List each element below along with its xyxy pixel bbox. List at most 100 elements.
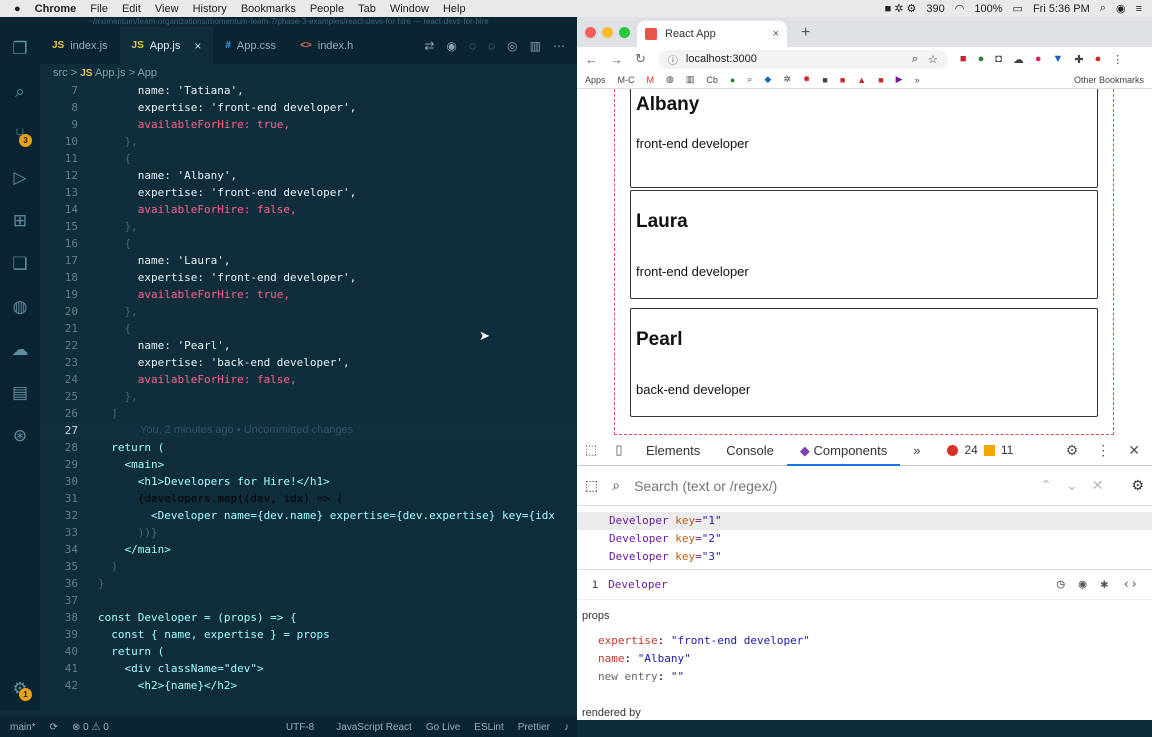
bookmark-icon[interactable]: ▥ (686, 74, 695, 85)
bookmark-gmail-icon[interactable]: M (647, 75, 655, 85)
code-line[interactable]: 20 }, (40, 303, 577, 320)
battery-icon[interactable]: ▭ (1013, 2, 1023, 15)
menu-tab[interactable]: Tab (358, 3, 376, 15)
more-options-icon[interactable]: ⋮ (1096, 442, 1110, 459)
next-result-icon[interactable]: ⌄ (1066, 477, 1078, 494)
timeline-icon[interactable]: ◉ (446, 39, 456, 53)
menu-help[interactable]: Help (443, 3, 466, 15)
star-icon[interactable]: ☆ (928, 53, 938, 66)
code-line[interactable]: 34 </main> (40, 541, 577, 558)
tree-row-developer[interactable]: Developer key="3" (609, 548, 1152, 566)
run-debug-icon[interactable]: ▷ (0, 156, 40, 199)
address-bar[interactable]: ⓘ localhost:3000 ⌕ ☆ (657, 49, 948, 69)
code-line[interactable]: 17 name: 'Laura', (40, 252, 577, 269)
vue-extension-icon[interactable]: ▼ (1053, 53, 1064, 66)
code-line[interactable]: 15 }, (40, 218, 577, 235)
issues-counter[interactable]: 24 11 (947, 443, 1013, 457)
code-line[interactable]: 24 availableForHire: false, (40, 371, 577, 388)
code-line[interactable]: 12 name: 'Albany', (40, 167, 577, 184)
inspect-dom-icon[interactable]: ◉ (1079, 577, 1087, 592)
close-tab-icon[interactable]: × (773, 28, 779, 40)
prop-value[interactable]: "Albany" (638, 652, 691, 665)
suspend-icon[interactable]: ◷ (1057, 577, 1065, 592)
code-line[interactable]: 16 { (40, 235, 577, 252)
apple-icon[interactable]: ● (14, 3, 21, 15)
code-line[interactable]: 33 ))} (40, 524, 577, 541)
code-line[interactable]: 26 ] (40, 405, 577, 422)
prop-row[interactable]: new entry: "" (582, 668, 1147, 686)
code-line[interactable]: 22 name: 'Pearl', (40, 337, 577, 354)
prop-value[interactable]: "" (671, 670, 684, 683)
tree-row-developer[interactable]: Developer key="2" (609, 530, 1152, 548)
tab-components[interactable]: ◆ Components (786, 435, 901, 466)
code-line[interactable]: 23 expertise: 'back-end developer', (40, 354, 577, 371)
next-change-icon[interactable]: ◌ (488, 39, 495, 53)
code-line[interactable]: 41 <div className="dev"> (40, 660, 577, 677)
info-icon[interactable]: ⓘ (668, 52, 678, 67)
inspect-element-icon[interactable]: ⬚ (577, 442, 605, 458)
back-arrow-icon[interactable]: ← (585, 52, 598, 67)
menu-view[interactable]: View (155, 3, 179, 15)
bookmark-icon[interactable]: ▲ (857, 75, 866, 85)
more-actions-icon[interactable]: ⋯ (553, 39, 565, 53)
pocket-extension-icon[interactable]: ◘ (995, 53, 1002, 66)
bookmark-icon[interactable]: ⌕ (747, 74, 752, 85)
code-line[interactable]: 14 availableForHire: false, (40, 201, 577, 218)
close-window-button[interactable] (585, 27, 596, 38)
control-center-icon[interactable]: ≡ (1136, 3, 1142, 15)
code-line[interactable]: 35 ) (40, 558, 577, 575)
status-icons[interactable]: ■ ✲ ⚙ (885, 2, 917, 15)
menu-app-chrome[interactable]: Chrome (35, 3, 77, 15)
search-icon[interactable]: ⌕ (0, 70, 40, 113)
code-line[interactable]: 28 return ( (40, 439, 577, 456)
bookmark-icon[interactable]: ● (730, 75, 735, 85)
code-line[interactable]: 19 availableForHire: true, (40, 286, 577, 303)
prop-value[interactable]: "front-end developer" (671, 634, 810, 647)
database-icon[interactable]: ▤ (0, 371, 40, 414)
github-icon[interactable]: ◍ (0, 285, 40, 328)
settings-gear-icon[interactable]: ⚙ (1066, 442, 1079, 459)
lock-extension-icon[interactable]: ■ (960, 53, 967, 66)
bookmark-icon[interactable]: ■ (822, 75, 827, 85)
code-line[interactable]: 21 { (40, 320, 577, 337)
log-data-icon[interactable]: ✱ (1101, 577, 1109, 592)
code-line[interactable]: 13 expertise: 'front-end developer', (40, 184, 577, 201)
clear-search-icon[interactable]: ✕ (1092, 477, 1104, 494)
code-line[interactable]: 9 availableForHire: true, (40, 116, 577, 133)
explorer-icon[interactable]: ❐ (0, 27, 40, 70)
tab-elements[interactable]: Elements (633, 435, 713, 466)
tab-index-js[interactable]: JS index.js (40, 27, 120, 64)
code-line[interactable]: 38 const Developer = (props) => { (40, 609, 577, 626)
tab-console[interactable]: Console (713, 435, 787, 466)
close-tab-icon[interactable]: × (194, 39, 201, 53)
more-bookmarks-icon[interactable]: » (915, 75, 920, 85)
code-line[interactable]: 31 {developers.map((dev, idx) => ( (40, 490, 577, 507)
cloud-extension-icon[interactable]: ☁ (1013, 53, 1024, 66)
component-search-input[interactable] (634, 477, 1027, 494)
menu-history[interactable]: History (193, 3, 227, 15)
profile-avatar[interactable]: ● (1095, 53, 1102, 66)
code-line[interactable]: 42 <h2>{name}</h2> (40, 677, 577, 694)
bookmark-folder-mc[interactable]: M-C (618, 75, 635, 85)
code-line[interactable]: 36} (40, 575, 577, 592)
prettier-status[interactable]: Prettier (518, 722, 550, 733)
bookmark-icon[interactable]: ✲ (783, 74, 791, 85)
tree-row-developer[interactable]: Developer key="1" (577, 512, 1152, 530)
more-tabs-icon[interactable]: » (900, 435, 933, 466)
reload-icon[interactable]: ↻ (635, 51, 646, 67)
code-line[interactable]: 11 { (40, 150, 577, 167)
spotlight-icon[interactable]: ⌕ (1100, 2, 1106, 15)
bookmark-icon[interactable]: ❏ (0, 242, 40, 285)
minimize-window-button[interactable] (602, 27, 613, 38)
extensions-icon[interactable]: ⊞ (0, 199, 40, 242)
code-line[interactable]: 27 You, 2 minutes ago • Uncommitted chang… (40, 422, 577, 439)
puzzle-extension-icon[interactable]: ✚ (1074, 53, 1083, 66)
remote-icon[interactable]: ☁ (0, 328, 40, 371)
code-line[interactable]: 8 expertise: 'front-end developer', (40, 99, 577, 116)
menu-file[interactable]: File (90, 3, 108, 15)
git-branch[interactable]: main* (10, 722, 36, 733)
code-line[interactable]: 40 return ( (40, 643, 577, 660)
forward-arrow-icon[interactable]: → (610, 52, 623, 67)
settings-gear-icon[interactable]: ⚙ 1 (0, 667, 40, 710)
breadcrumb-symbol[interactable]: App (137, 67, 157, 79)
